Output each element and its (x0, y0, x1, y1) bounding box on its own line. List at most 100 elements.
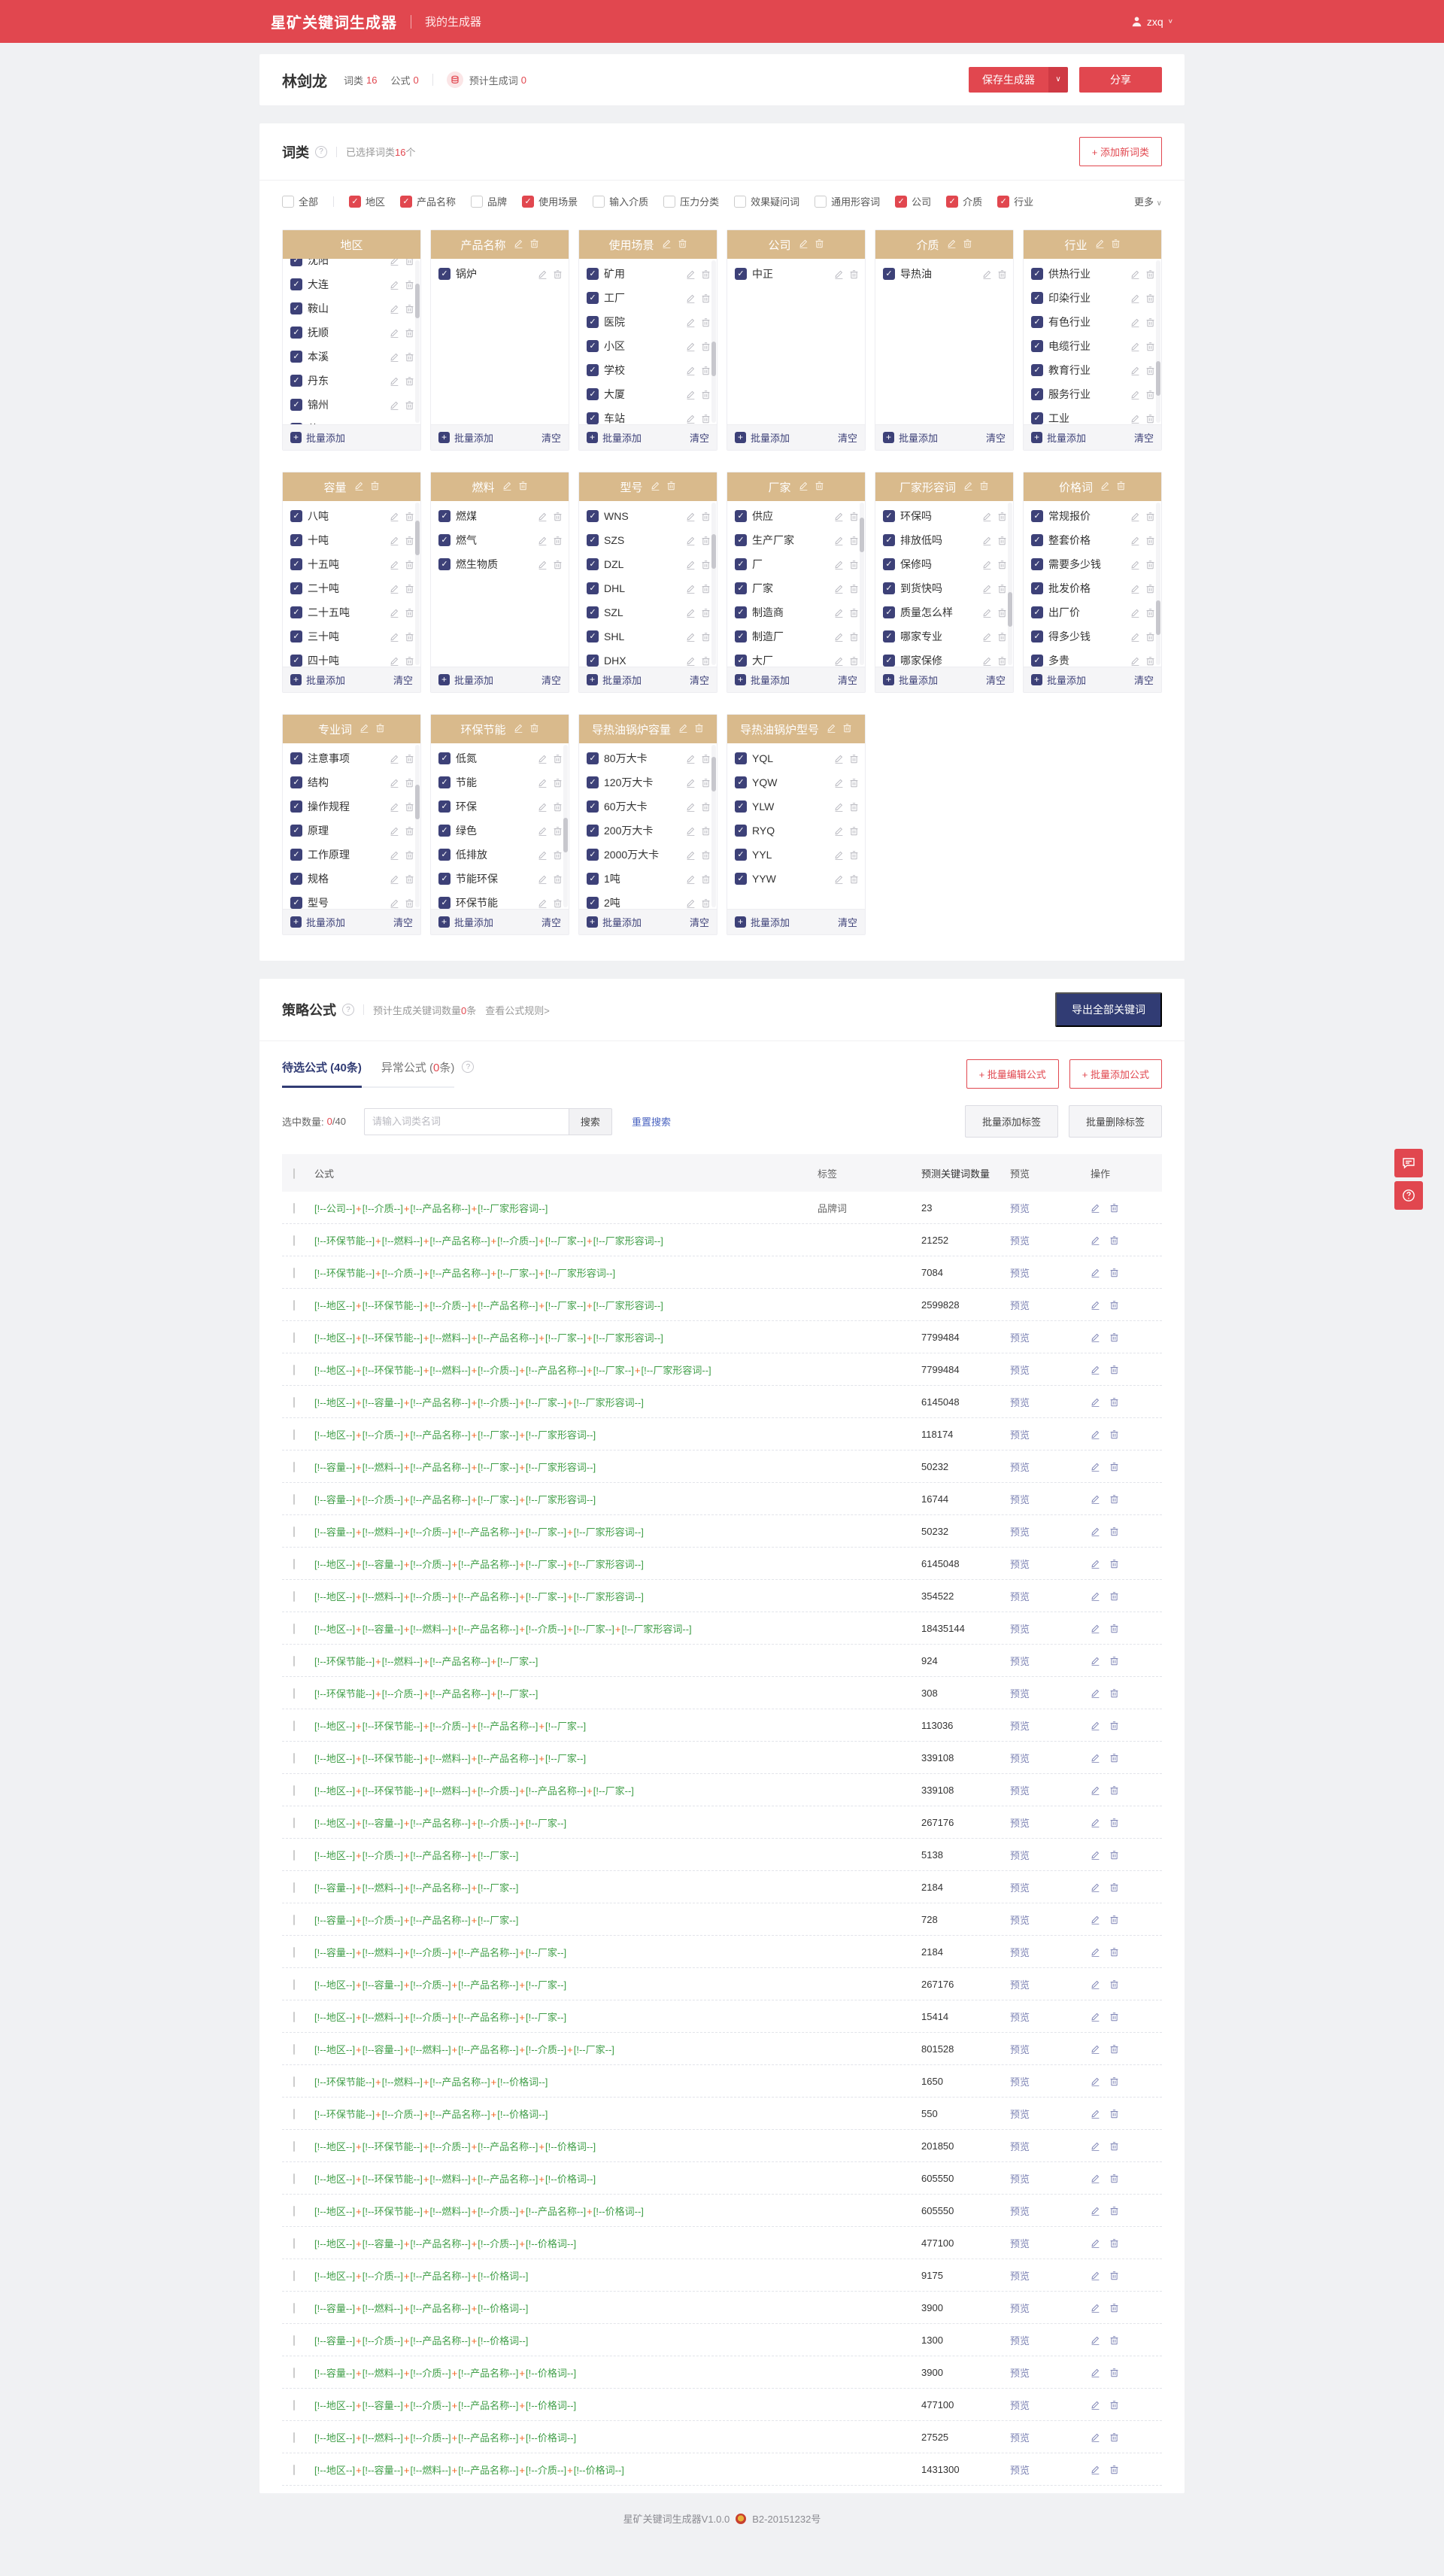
word-checkbox[interactable]: ✓ (883, 558, 895, 570)
delete-icon[interactable] (1109, 2400, 1119, 2410)
delete-icon[interactable] (1109, 1268, 1119, 1277)
batch-edit-formula-button[interactable]: + 批量编辑公式 (966, 1059, 1059, 1089)
edit-icon[interactable] (1130, 512, 1140, 521)
help-icon[interactable]: ? (342, 1004, 354, 1016)
delete-icon[interactable] (1109, 1300, 1119, 1310)
delete-icon[interactable] (405, 778, 414, 788)
more-filters-button[interactable]: 更多 ∨ (1134, 194, 1162, 208)
delete-icon[interactable] (553, 850, 563, 860)
delete-icon[interactable] (997, 536, 1007, 545)
clear-button[interactable]: 清空 (542, 915, 561, 929)
word-checkbox[interactable]: ✓ (1031, 316, 1043, 328)
filter-使用场景[interactable]: ✓ 使用场景 (522, 194, 578, 208)
word-checkbox[interactable]: ✓ (290, 800, 302, 813)
batch-add-button[interactable]: + 批量添加 (438, 673, 493, 687)
delete-icon[interactable] (701, 874, 711, 884)
delete-icon[interactable] (701, 826, 711, 836)
edit-icon[interactable] (686, 560, 696, 570)
delete-icon[interactable] (1109, 1947, 1119, 1957)
edit-icon[interactable] (1091, 1526, 1100, 1536)
delete-icon[interactable] (849, 826, 859, 836)
edit-icon[interactable] (1091, 2206, 1100, 2216)
row-checkbox[interactable] (293, 2012, 295, 2022)
row-checkbox[interactable] (293, 2174, 295, 2184)
delete-icon[interactable] (701, 342, 711, 351)
edit-icon[interactable] (1091, 1332, 1100, 1342)
batch-add-button[interactable]: + 批量添加 (587, 673, 642, 687)
filter-公司[interactable]: ✓ 公司 (895, 194, 931, 208)
edit-icon[interactable] (538, 874, 548, 884)
edit-icon[interactable] (538, 898, 548, 908)
delete-icon[interactable] (1109, 2335, 1119, 2345)
edit-icon[interactable] (538, 850, 548, 860)
preview-link[interactable]: 预览 (1010, 1235, 1030, 1247)
delete-icon[interactable] (405, 874, 414, 884)
scrollbar-thumb[interactable] (1156, 361, 1160, 396)
word-checkbox[interactable]: ✓ (438, 800, 450, 813)
edit-icon[interactable] (390, 754, 399, 764)
edit-icon[interactable] (982, 656, 992, 666)
clear-button[interactable]: 清空 (690, 430, 709, 445)
delete-icon[interactable] (1111, 238, 1121, 251)
clear-button[interactable]: 清空 (986, 673, 1006, 687)
filter-通用形容词[interactable]: 通用形容词 (815, 194, 880, 208)
delete-icon[interactable] (1109, 2238, 1119, 2248)
delete-icon[interactable] (1109, 1785, 1119, 1795)
edit-icon[interactable] (1091, 1882, 1100, 1892)
edit-icon[interactable] (538, 560, 548, 570)
edit-icon[interactable] (834, 512, 844, 521)
edit-icon[interactable] (827, 723, 836, 736)
row-checkbox[interactable] (293, 2141, 295, 2152)
word-checkbox[interactable]: ✓ (735, 510, 747, 522)
word-checkbox[interactable]: ✓ (587, 268, 599, 280)
edit-icon[interactable] (390, 512, 399, 521)
edit-icon[interactable] (686, 293, 696, 303)
row-checkbox[interactable] (293, 1494, 295, 1505)
delete-icon[interactable] (701, 560, 711, 570)
word-checkbox[interactable]: ✓ (438, 534, 450, 546)
preview-link[interactable]: 预览 (1010, 2109, 1030, 2120)
filter-产品名称[interactable]: ✓ 产品名称 (400, 194, 456, 208)
edit-icon[interactable] (1091, 2400, 1100, 2410)
edit-icon[interactable] (1130, 656, 1140, 666)
delete-icon[interactable] (701, 366, 711, 375)
batch-add-button[interactable]: + 批量添加 (290, 430, 345, 445)
edit-icon[interactable] (1091, 2044, 1100, 2054)
edit-icon[interactable] (1095, 238, 1105, 251)
row-checkbox[interactable] (293, 1785, 295, 1796)
row-checkbox[interactable] (293, 1268, 295, 1278)
delete-icon[interactable] (849, 512, 859, 521)
edit-icon[interactable] (1091, 2076, 1100, 2086)
delete-icon[interactable] (1109, 1591, 1119, 1601)
filter-地区[interactable]: ✓ 地区 (349, 194, 385, 208)
delete-icon[interactable] (1109, 1429, 1119, 1439)
edit-icon[interactable] (686, 366, 696, 375)
edit-icon[interactable] (834, 584, 844, 594)
preview-link[interactable]: 预览 (1010, 1721, 1030, 1732)
word-checkbox[interactable]: ✓ (587, 752, 599, 764)
delete-icon[interactable] (1145, 390, 1155, 399)
word-checkbox[interactable]: ✓ (290, 606, 302, 618)
preview-link[interactable]: 预览 (1010, 2012, 1030, 2023)
edit-icon[interactable] (538, 778, 548, 788)
tab-abnormal-formulas[interactable]: 异常公式 (0条) (381, 1059, 455, 1086)
batch-add-button[interactable]: + 批量添加 (587, 430, 642, 445)
word-checkbox[interactable]: ✓ (290, 752, 302, 764)
save-generator-split-button[interactable]: 保存生成器 ∨ (969, 67, 1068, 93)
edit-icon[interactable] (390, 778, 399, 788)
delete-icon[interactable] (1145, 584, 1155, 594)
add-category-button[interactable]: + 添加新词类 (1078, 137, 1162, 166)
delete-icon[interactable] (1109, 2012, 1119, 2022)
row-checkbox[interactable] (293, 2465, 295, 2475)
preview-link[interactable]: 预览 (1010, 2044, 1030, 2055)
edit-icon[interactable] (1130, 390, 1140, 399)
edit-icon[interactable] (1091, 1947, 1100, 1957)
batch-add-button[interactable]: + 批量添加 (438, 915, 493, 929)
row-checkbox[interactable] (293, 1882, 295, 1893)
delete-icon[interactable] (1109, 1462, 1119, 1472)
delete-icon[interactable] (701, 584, 711, 594)
edit-icon[interactable] (390, 608, 399, 618)
word-checkbox[interactable]: ✓ (290, 582, 302, 594)
batch-add-button[interactable]: + 批量添加 (290, 673, 345, 687)
delete-icon[interactable] (1109, 1818, 1119, 1827)
